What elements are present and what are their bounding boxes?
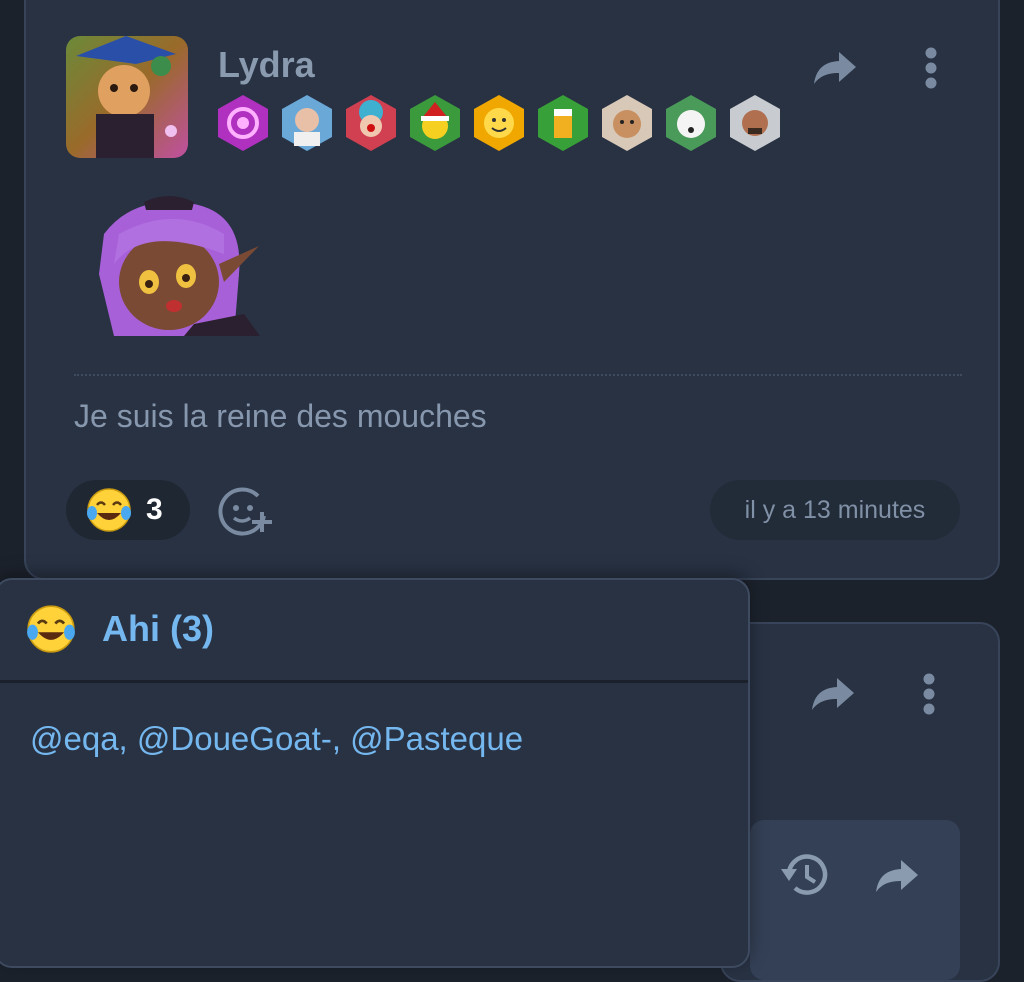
username[interactable]: Lydra <box>218 44 315 86</box>
post-card: Lydra Je suis la reine des mouches 3 il … <box>24 0 1000 580</box>
harold-badge[interactable] <box>280 94 334 152</box>
popover-header: Ahi (3) <box>26 604 214 654</box>
post-divider <box>74 374 962 376</box>
anime-girl-sticker <box>74 194 262 336</box>
dog-badge[interactable] <box>664 94 718 152</box>
popover-title: Ahi (3) <box>102 608 214 649</box>
history-icon[interactable] <box>778 850 832 900</box>
swirl-badge[interactable] <box>216 94 270 152</box>
badge-list <box>216 94 782 152</box>
post2-inner-panel <box>750 820 960 980</box>
share-icon[interactable] <box>810 48 860 88</box>
reaction-popover: Ahi (3) @eqa, @DoueGoat-, @Pasteque <box>0 578 750 968</box>
post-message: Je suis la reine des mouches <box>74 398 487 434</box>
bald-man-badge[interactable] <box>728 94 782 152</box>
reaction-user-list[interactable]: @eqa, @DoueGoat-, @Pasteque <box>30 720 523 758</box>
add-reaction-icon[interactable] <box>216 484 276 540</box>
laughing-tears-emoji <box>87 488 131 532</box>
beer-badge[interactable] <box>536 94 590 152</box>
reaction-count: 3 <box>146 493 163 526</box>
popover-divider <box>0 680 748 683</box>
cat-badge[interactable] <box>600 94 654 152</box>
smiley-badge[interactable] <box>472 94 526 152</box>
reaction-button[interactable]: 3 <box>66 480 190 540</box>
share-icon[interactable] <box>808 674 858 714</box>
laughing-tears-emoji <box>27 605 75 653</box>
clown-badge[interactable] <box>344 94 398 152</box>
post-timestamp[interactable]: il y a 13 minutes <box>710 480 960 540</box>
user-avatar[interactable] <box>66 36 188 158</box>
more-vertical-icon[interactable] <box>916 46 946 90</box>
more-vertical-icon[interactable] <box>914 672 944 716</box>
share-icon[interactable] <box>872 856 922 896</box>
santa-badge[interactable] <box>408 94 462 152</box>
